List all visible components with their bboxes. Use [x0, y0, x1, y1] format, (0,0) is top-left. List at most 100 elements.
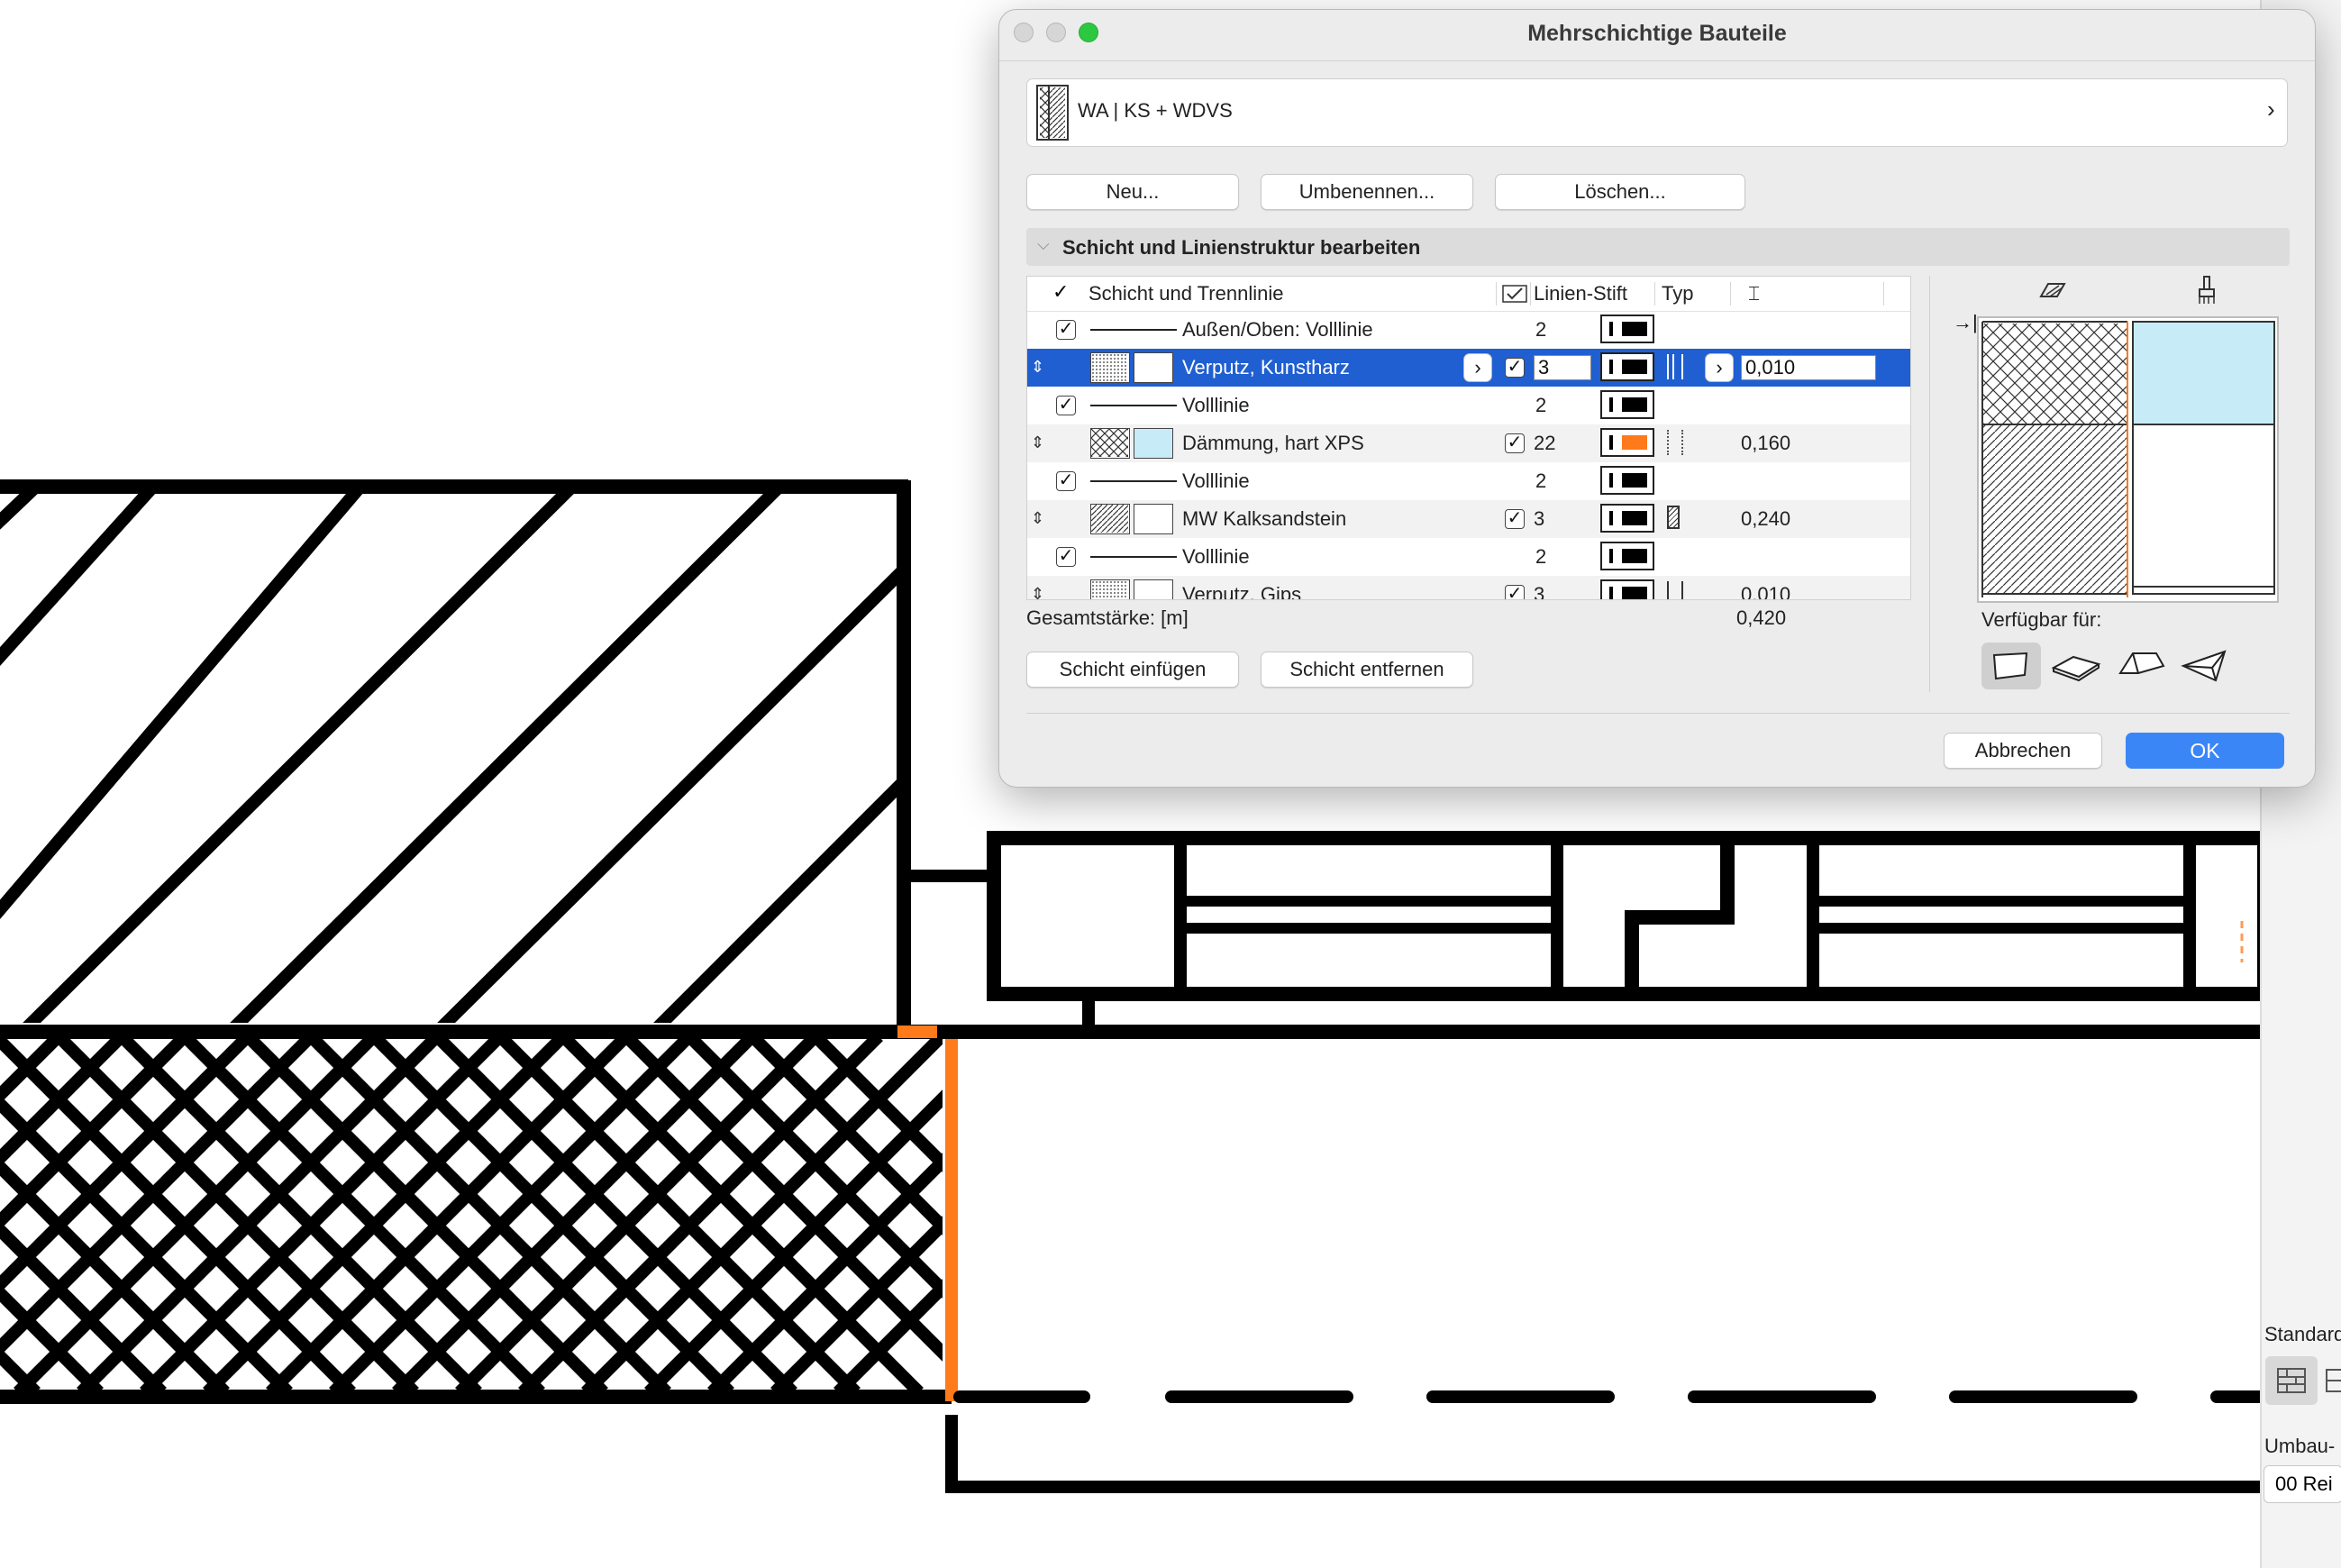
standard-label: Standard: [2264, 1323, 2341, 1345]
layer-label: Volllinie: [1182, 469, 1250, 492]
delete-button[interactable]: Löschen...: [1495, 174, 1745, 210]
pen-number: 3: [1534, 583, 1545, 600]
rename-button[interactable]: Umbenennen...: [1261, 174, 1473, 210]
layer-row-masonry[interactable]: ⇕ MW Kalksandstein ✓ 3 0,240: [1027, 500, 1910, 538]
outside-marker-icon: →|: [1953, 311, 1978, 333]
drag-handle-icon[interactable]: ⇕: [1031, 433, 1044, 452]
available-for-label: Verfügbar für:: [1981, 608, 2102, 631]
layer-type-icon[interactable]: [1667, 430, 1683, 455]
layer-visible-checkbox[interactable]: ✓: [1505, 358, 1525, 378]
new-button[interactable]: Neu...: [1026, 174, 1239, 210]
drag-handle-icon[interactable]: ⇕: [1031, 585, 1044, 599]
header-layer: Schicht und Trennlinie: [1089, 282, 1284, 305]
brick-structure-button[interactable]: [2265, 1356, 2318, 1405]
wall-icon[interactable]: [1981, 643, 2041, 689]
shell-icon[interactable]: [2176, 643, 2236, 689]
renovation-label: Umbau-: [2264, 1435, 2336, 1457]
pen-number-input[interactable]: 3: [1534, 355, 1591, 380]
drag-handle-icon[interactable]: ⇕: [1031, 509, 1044, 528]
ok-button[interactable]: OK: [2126, 733, 2284, 769]
pen-number: 2: [1535, 318, 1547, 341]
layer-structure-section[interactable]: ⌵ Schicht und Linienstruktur bearbeiten: [1026, 228, 2290, 266]
layers-icon: [2326, 1369, 2341, 1392]
dialog-title: Mehrschichtige Bauteile: [1527, 21, 1787, 46]
thickness-value: 0,010: [1741, 583, 1791, 600]
insert-layer-button[interactable]: Schicht einfügen: [1026, 652, 1239, 688]
renovation-status-field[interactable]: 00 Rei: [2264, 1465, 2341, 1503]
section-title: Schicht und Linienstruktur bearbeiten: [1062, 236, 1421, 259]
background-color-swatch[interactable]: [1134, 428, 1173, 459]
pen-swatch[interactable]: [1600, 390, 1654, 419]
pen-swatch[interactable]: [1600, 579, 1654, 599]
layer-label: Verputz, Gips: [1182, 583, 1302, 600]
fill-preview-icon[interactable]: [2037, 277, 2070, 304]
profile-structure-button[interactable]: [2321, 1363, 2341, 1399]
total-thickness-value: 0,420: [1736, 606, 1787, 629]
separator-row[interactable]: ✓ Volllinie 2: [1027, 538, 1910, 576]
chevron-down-icon: ⌵: [1037, 235, 1050, 253]
layer-row-plaster-resin[interactable]: ⇕ Verputz, Kunstharz › ✓ 3 › 0,010: [1027, 349, 1910, 387]
composite-name: WA | KS + WDVS: [1078, 99, 1233, 122]
preview-drawing: [1979, 318, 2275, 601]
layer-row-gypsum[interactable]: ⇕ Verputz, Gips ✓ 3 0,010: [1027, 576, 1910, 600]
background-color-swatch[interactable]: [1134, 352, 1173, 383]
fill-swatch[interactable]: [1090, 504, 1130, 534]
pen-swatch[interactable]: [1600, 466, 1654, 495]
cancel-button[interactable]: Abbrechen: [1944, 733, 2102, 769]
pen-swatch[interactable]: [1600, 504, 1654, 533]
layer-label: Volllinie: [1182, 545, 1250, 568]
layer-label: Verputz, Kunstharz: [1182, 356, 1350, 378]
chevron-right-icon: ›: [2267, 96, 2275, 123]
remove-layer-button[interactable]: Schicht entfernen: [1261, 652, 1473, 688]
type-options-button[interactable]: ›: [1705, 353, 1734, 382]
solid-line-sample: [1090, 405, 1177, 406]
layer-label: Außen/Oben: Volllinie: [1182, 318, 1373, 341]
roof-icon[interactable]: [2111, 643, 2171, 689]
line-visible-checkbox[interactable]: ✓: [1056, 396, 1076, 415]
separator-row[interactable]: ✓ Volllinie 2: [1027, 387, 1910, 424]
separator-row[interactable]: ✓ Volllinie 2: [1027, 462, 1910, 500]
brick-icon: [2277, 1368, 2306, 1393]
line-visible-checkbox[interactable]: ✓: [1056, 547, 1076, 567]
layer-table: ✓ Schicht und Trennlinie Linien-Stift Ty…: [1026, 276, 1911, 600]
pen-swatch[interactable]: [1600, 542, 1654, 570]
pen-number: 3: [1534, 507, 1545, 530]
background-color-swatch[interactable]: [1134, 504, 1173, 534]
total-thickness-label: Gesamtstärke: [m]: [1026, 606, 1189, 629]
fill-options-button[interactable]: ›: [1463, 353, 1492, 382]
fill-swatch[interactable]: [1090, 428, 1130, 459]
solid-line-sample: [1090, 480, 1177, 482]
layer-preview: [1977, 316, 2279, 603]
layer-row-insulation[interactable]: ⇕ Dämmung, hart XPS ✓ 22 0,160: [1027, 424, 1910, 462]
line-visible-checkbox[interactable]: ✓: [1056, 320, 1076, 340]
layer-type-icon[interactable]: [1667, 581, 1672, 599]
composite-selector[interactable]: WA | KS + WDVS ›: [1026, 78, 2288, 147]
drag-handle-icon[interactable]: ⇕: [1031, 358, 1044, 377]
layer-type-icon[interactable]: [1681, 354, 1687, 379]
check-all-icon[interactable]: ✓: [1052, 280, 1069, 304]
pen-swatch[interactable]: [1600, 428, 1654, 457]
pen-swatch[interactable]: [1600, 315, 1654, 343]
layer-visible-checkbox[interactable]: ✓: [1505, 585, 1525, 599]
layer-type-icon[interactable]: [1681, 581, 1687, 599]
thickness-value: 0,160: [1741, 432, 1791, 454]
titlebar-divider: [999, 60, 2315, 61]
thickness-input[interactable]: 0,010: [1741, 355, 1876, 380]
fill-swatch[interactable]: [1090, 352, 1130, 383]
layer-type-icon[interactable]: [1667, 354, 1674, 379]
slab-icon[interactable]: [2046, 643, 2106, 689]
insulation-crosshatch: [0, 1036, 943, 1392]
pen-number: 2: [1535, 545, 1547, 568]
background-color-swatch[interactable]: [1134, 579, 1173, 599]
line-visible-checkbox[interactable]: ✓: [1056, 471, 1076, 491]
composite-preview-icon: [1036, 85, 1069, 141]
separator-row-outer[interactable]: ✓ Außen/Oben: Volllinie 2: [1027, 311, 1910, 349]
fill-swatch[interactable]: [1090, 579, 1130, 599]
paint-brush-icon[interactable]: [2194, 275, 2219, 305]
layer-type-icon[interactable]: [1667, 506, 1680, 529]
solid-line-sample: [1090, 329, 1177, 331]
layer-visible-checkbox[interactable]: ✓: [1505, 509, 1525, 529]
layer-visible-checkbox[interactable]: ✓: [1505, 433, 1525, 453]
header-visibility-icon: [1501, 284, 1528, 304]
pen-swatch[interactable]: [1600, 352, 1654, 381]
